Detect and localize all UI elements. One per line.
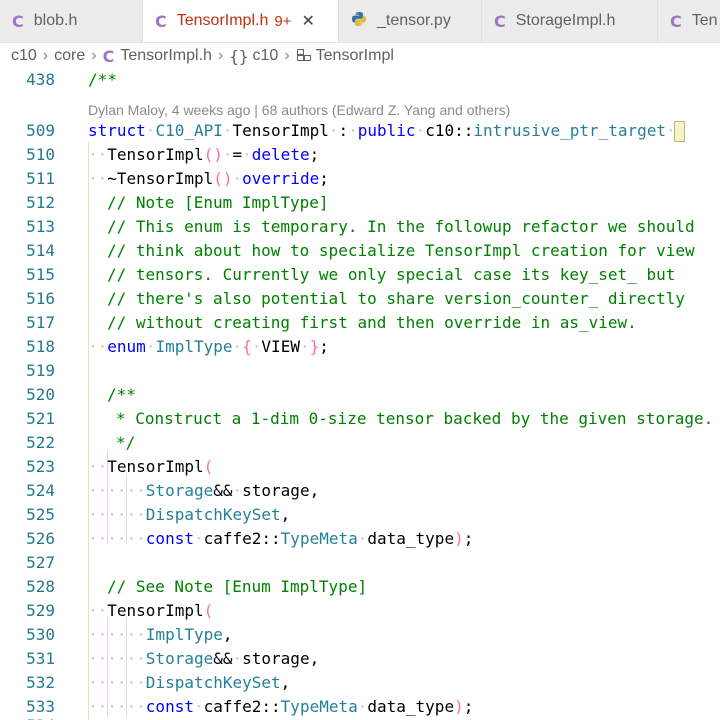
breadcrumb: c10 › core › C TensorImpl.h › {} c10 › T… [0,44,720,68]
c-file-icon: C [494,11,506,31]
code-comment: // tensors. Currently we only special ca… [107,265,676,284]
chevron-right-icon: › [217,47,224,64]
code-comment: */ [116,433,136,452]
chevron-right-icon: › [91,47,97,64]
code-comment: // without creating first and then overr… [107,313,637,332]
code-line: ······Storage&&·storage, [88,481,320,500]
line-number: 524 [26,481,55,500]
tab-label: StorageImpl.h [515,12,616,29]
tab-label: blob.h [33,12,78,29]
code-line: ······Storage&&·storage, [88,649,320,668]
code-line: ··~TensorImpl()·override; [88,169,329,188]
tab-label: Ten [691,12,718,29]
tab-blob-h[interactable]: C blob.h [0,0,143,42]
tab-label: TensorImpl.h [176,12,269,29]
python-file-icon [351,11,367,31]
code-comment: // Note [Enum ImplType] [107,193,329,212]
tab-ten-truncated[interactable]: C Ten [658,0,720,42]
line-number: 530 [26,625,55,644]
code-comment: * Construct a 1-dim 0-size tensor backed… [116,409,714,428]
c-file-icon: C [155,11,167,31]
code-line: ······const·caffe2::TypeMeta·data_type); [88,529,474,548]
git-blame-annotation[interactable]: Dylan Maloy, 4 weeks ago | 68 authors (E… [88,100,510,120]
line-number: 525 [26,505,55,524]
c-file-icon: C [12,11,24,31]
breadcrumb-symbol[interactable]: TensorImpl [316,47,394,65]
tab-storageimpl-h[interactable]: C StorageImpl.h [482,0,658,42]
code-line: ······ImplType, [88,625,233,644]
code-line: ··TensorImpl( [88,601,214,620]
code-comment: /** [107,385,136,404]
namespace-icon: {} [229,46,249,66]
close-icon[interactable]: ✕ [301,11,314,31]
tab-tensor-py[interactable]: _tensor.py [339,0,482,42]
line-number: 527 [26,553,55,572]
code-line: ······const·caffe2::TypeMeta·data_type); [88,697,474,716]
code-comment: /** [88,70,117,89]
line-number: 514 [26,241,55,260]
tab-label: _tensor.py [377,12,451,29]
chevron-right-icon: › [42,47,49,64]
line-number: 521 [26,409,55,428]
line-number: 529 [26,601,55,620]
line-number: 526 [26,529,55,548]
line-number: 518 [26,337,55,356]
code-comment: // This enum is temporary. In the follow… [107,217,695,236]
line-number: 523 [26,457,55,476]
breadcrumb-folder-c10[interactable]: c10 [11,47,37,65]
code-comment: // there's also potential to share versi… [107,289,685,308]
code-line: /** [88,68,117,92]
line-number: 531 [26,649,55,668]
line-number: 534 [0,714,55,720]
line-number: 513 [26,217,55,236]
code-comment: // See Note [Enum ImplType] [107,577,368,596]
chevron-right-icon: › [284,47,290,64]
line-number: 528 [26,577,55,596]
struct-icon [296,47,312,66]
code-line: ··TensorImpl()·=·delete; [88,145,320,164]
code-comment: // think about how to specialize TensorI… [107,241,695,260]
line-number: 522 [26,433,55,452]
line-number: 520 [26,385,55,404]
code-line: ··TensorImpl( [88,457,214,476]
line-number: 532 [26,673,55,692]
code-editor[interactable]: 438 /** Dylan Maloy, 4 weeks ago | 68 au… [0,68,720,720]
c-file-icon: C [670,11,682,31]
code-line: ··enum·ImplType·{·VIEW·}; [88,337,329,356]
line-number: 509 [26,121,55,140]
c-file-icon: C [102,46,115,66]
editor-tab-bar: C blob.h C TensorImpl.h 9+ ✕ _tensor.py … [0,0,720,43]
line-number: 517 [26,313,55,332]
line-number: 515 [26,265,55,284]
problems-count-badge: 9+ [274,12,292,30]
code-line: struct·C10_API·TensorImpl·:·public·c10::… [88,121,676,140]
line-number: 510 [26,145,55,164]
line-number: 438 [26,70,55,89]
line-number: 516 [26,289,55,308]
line-number: 511 [26,169,55,188]
bracket-match-highlight [674,121,685,142]
tab-tensorimpl-h[interactable]: C TensorImpl.h 9+ ✕ [143,0,339,42]
breadcrumb-file[interactable]: TensorImpl.h [120,47,212,65]
breadcrumb-folder-core[interactable]: core [54,47,85,65]
breadcrumb-namespace[interactable]: c10 [253,47,279,65]
line-number: 519 [26,361,55,380]
line-number: 512 [26,193,55,212]
code-line: ······DispatchKeySet, [88,673,291,692]
code-line: ······DispatchKeySet, [88,505,291,524]
